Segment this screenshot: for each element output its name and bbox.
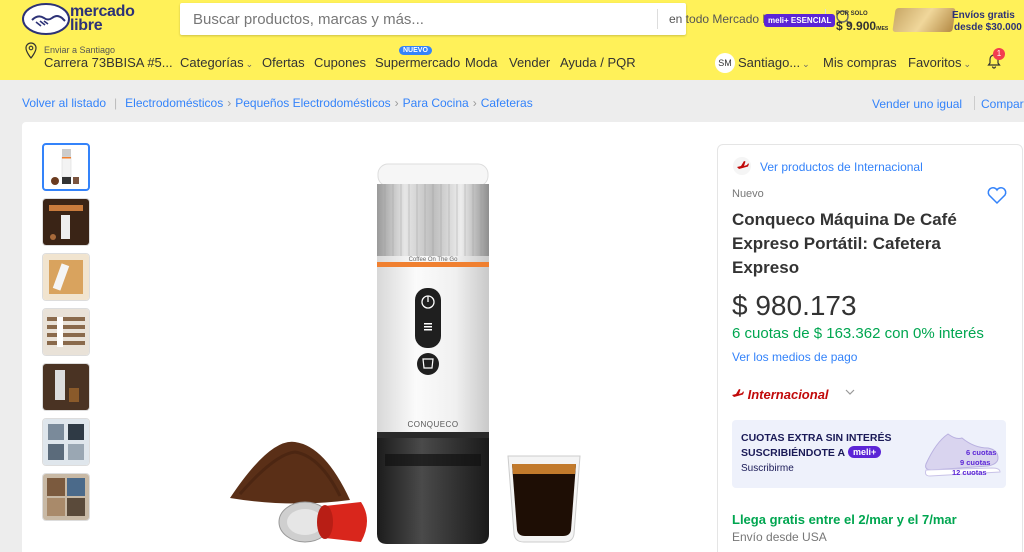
meli-plus-installments-banner[interactable]: CUOTAS EXTRA SIN INTERÉS SUSCRIBIÉNDOTE …: [732, 420, 1006, 488]
mis-compras-link[interactable]: Mis compras: [823, 55, 897, 70]
payment-methods-link[interactable]: Ver los medios de pago: [732, 350, 857, 364]
promo-small-text: POR SOLO: [836, 11, 868, 17]
search-input[interactable]: [193, 3, 473, 35]
chevron-right-icon: ›: [227, 96, 232, 110]
nav-ayuda[interactable]: Ayuda / PQR: [560, 55, 636, 70]
thumbnail-image: [43, 199, 89, 245]
chevron-down-icon[interactable]: [845, 388, 855, 399]
nav-moda[interactable]: Moda: [465, 55, 498, 70]
installments-9: 9 cuotas: [960, 458, 991, 467]
thumbnail-1[interactable]: [42, 143, 90, 191]
chevron-down-icon: ⌄: [963, 59, 972, 69]
breadcrumb-divider: [974, 96, 975, 110]
location-label[interactable]: Enviar a Santiago: [44, 45, 115, 55]
chevron-down-icon: ⌄: [802, 59, 810, 69]
gold-card-graphic: [892, 8, 956, 32]
search-bar: en todo Mercado Libre: [180, 3, 852, 35]
product-main-image[interactable]: Coffee On The Go CONQUECO: [225, 158, 595, 552]
promo-price-value: $ 9.900: [836, 19, 877, 33]
breadcrumb-item[interactable]: Pequeños Electrodomésticos: [235, 96, 390, 110]
banner-subheadline-text: SUSCRIBIÉNDOTE A: [741, 447, 846, 459]
top-header: mercado libre en todo Mercado Libre meli…: [0, 0, 1024, 80]
machine-brand-label: CONQUECO: [407, 420, 458, 429]
sell-same-link[interactable]: Vender uno igual: [872, 97, 962, 111]
favoritos-menu[interactable]: Favoritos ⌄: [908, 55, 971, 70]
user-name: Santiago...: [738, 55, 801, 70]
breadcrumb-item[interactable]: Cafeteras: [481, 96, 533, 110]
nav-vender[interactable]: Vender: [509, 55, 550, 70]
nav-label: Categorías: [180, 55, 244, 70]
thumbnail-image: [43, 309, 89, 355]
installments-12: 12 cuotas: [952, 468, 987, 477]
user-menu[interactable]: Santiago... ⌄: [738, 55, 810, 70]
coffee-machine-image: Coffee On The Go CONQUECO: [230, 163, 581, 544]
heart-icon[interactable]: [986, 185, 1008, 205]
breadcrumb-item[interactable]: Para Cocina: [403, 96, 469, 110]
share-link[interactable]: Compartir: [981, 97, 1024, 111]
nav-cupones[interactable]: Cupones: [314, 55, 366, 70]
chevron-right-icon: ›: [394, 96, 399, 110]
nuevo-badge: NUEVO: [399, 46, 432, 55]
international-tag-label: Internacional: [747, 387, 829, 402]
thumbnail-image: [43, 419, 89, 465]
shipping-origin: Envío desde USA: [732, 530, 827, 544]
thumbnail-image: [43, 474, 89, 520]
breadcrumb-divider: |: [114, 96, 118, 110]
installments-text: 6 cuotas de $ 163.362 con 0% interés: [732, 325, 984, 342]
airplane-icon: [733, 157, 751, 175]
thumbnail-7[interactable]: [42, 473, 90, 521]
thumbnail-machine-image: [51, 149, 79, 185]
product-price: $ 980.173: [732, 290, 857, 321]
international-tag[interactable]: Internacional: [732, 387, 829, 402]
buy-box: [717, 144, 1023, 552]
location-pin-icon[interactable]: [25, 42, 37, 60]
breadcrumb-item[interactable]: Electrodomésticos: [125, 96, 223, 110]
notification-count-badge: 1: [993, 48, 1005, 60]
back-to-list-link[interactable]: Volver al listado: [22, 96, 106, 110]
nav-supermercado[interactable]: Supermercado: [375, 55, 460, 70]
nav-categorias[interactable]: Categorías ⌄: [180, 55, 253, 70]
location-address[interactable]: Carrera 73BBISA #5...: [44, 55, 173, 70]
thumbnail-image: [43, 364, 89, 410]
chevron-down-icon: ⌄: [245, 59, 254, 69]
promo-shipping-line1: Envíos gratis: [952, 10, 1015, 21]
mercadolibre-logo[interactable]: mercado libre: [22, 2, 142, 36]
airplane-icon: [732, 389, 744, 397]
installments-6: 6 cuotas: [966, 448, 997, 457]
search-divider: [657, 9, 658, 29]
thumbnail-2[interactable]: [42, 198, 90, 246]
favoritos-label: Favoritos: [908, 55, 962, 70]
thumbnail-image: [43, 254, 89, 300]
promo-price: $ 9.900/MES: [836, 19, 888, 33]
thumbnail-6[interactable]: [42, 418, 90, 466]
thumbnail-5[interactable]: [42, 363, 90, 411]
avatar[interactable]: SM: [715, 53, 735, 73]
chevron-right-icon: ›: [472, 96, 477, 110]
promo-price-unit: /MES: [876, 26, 889, 32]
promo-shipping-line2: desde $30.000: [954, 22, 1022, 33]
meli-plus-promo-banner[interactable]: meli+ ESENCIAL POR SOLO $ 9.900/MES Enví…: [758, 8, 1024, 36]
breadcrumb: Volver al listado | Electrodomésticos › Pequ…: [22, 96, 533, 110]
meli-plus-pill: meli+: [848, 446, 882, 458]
product-condition: Nuevo: [732, 188, 764, 200]
meli-plus-badge: meli+ ESENCIAL: [764, 14, 836, 27]
thumbnail-3[interactable]: [42, 253, 90, 301]
thumbnail-4[interactable]: [42, 308, 90, 356]
banner-headline: CUOTAS EXTRA SIN INTERÉS: [741, 432, 892, 444]
product-title: Conqueco Máquina De Café Expreso Portáti…: [732, 210, 957, 277]
international-products-link[interactable]: Ver productos de Internacional: [760, 160, 923, 174]
nav-ofertas[interactable]: Ofertas: [262, 55, 305, 70]
subscribe-link[interactable]: Suscribirme: [741, 463, 794, 474]
banner-subheadline: SUSCRIBIÉNDOTE Ameli+: [741, 446, 882, 459]
logo-text-line2: libre: [70, 17, 103, 34]
shipping-estimate: Llega gratis entre el 2/mar y el 7/mar: [732, 512, 957, 527]
